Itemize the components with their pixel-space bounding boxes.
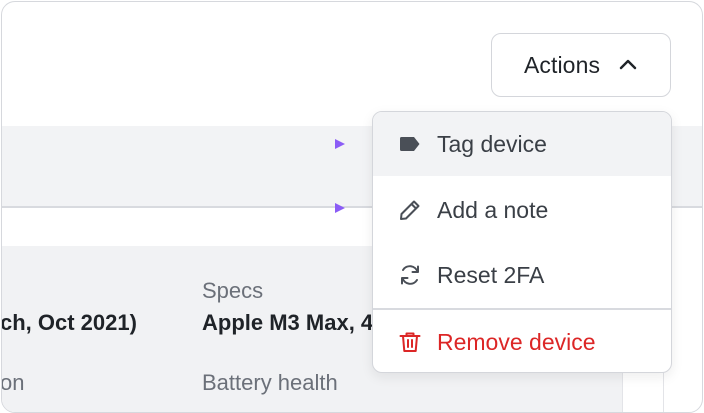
chevron-up-icon [619,59,637,70]
actions-menu: Tag device Add a note Reset 2FA Remove d… [372,111,672,373]
next-field-label: on [1,370,25,395]
menu-item-tag-device[interactable]: Tag device [373,112,671,176]
menu-item-label: Add a note [437,196,549,223]
menu-item-label: Reset 2FA [437,261,545,288]
actions-button-label: Actions [523,51,601,78]
menu-item-label: Remove device [437,328,596,355]
pointer-arrow-icon [243,139,345,149]
menu-item-label: Tag device [437,130,547,157]
model-value: ch, Oct 2021) [1,310,137,335]
menu-item-reset-2fa[interactable]: Reset 2FA [373,243,671,307]
pointer-arrow-icon [243,203,345,213]
trash-icon [397,329,423,355]
specs-value: Apple M3 Max, 4 [202,310,374,335]
specs-label: Specs [202,278,264,303]
refresh-icon [397,262,423,288]
tag-icon [397,131,423,157]
pencil-icon [397,197,423,223]
actions-button[interactable]: Actions [491,33,671,97]
battery-health-label: Battery health [202,370,338,395]
menu-item-remove-device[interactable]: Remove device [373,310,671,372]
menu-item-add-note[interactable]: Add a note [373,178,671,242]
